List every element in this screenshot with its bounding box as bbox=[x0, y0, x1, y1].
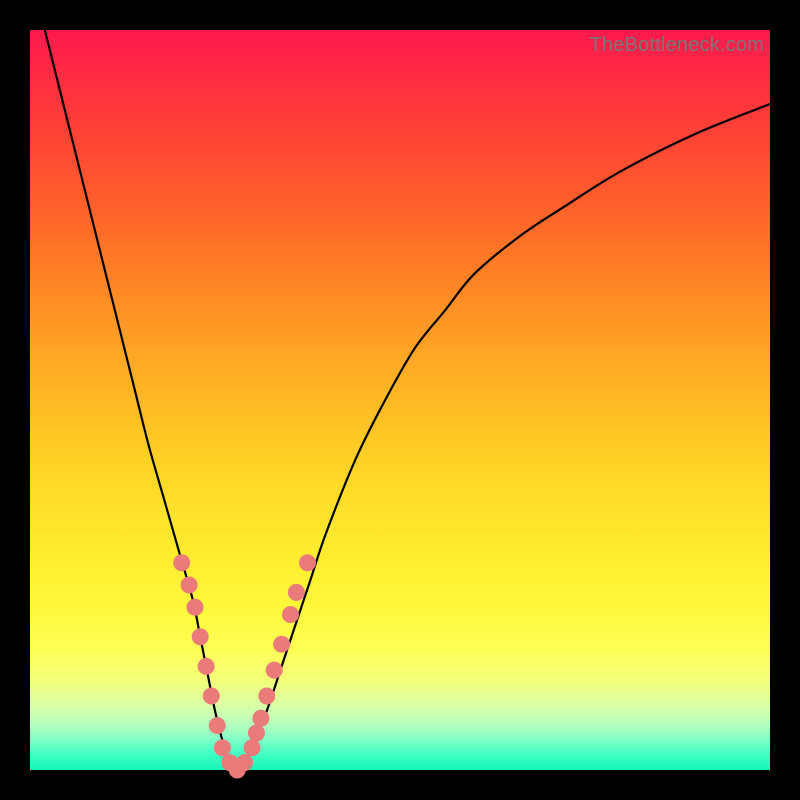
marker-point bbox=[181, 577, 198, 594]
marker-point bbox=[299, 554, 316, 571]
bottleneck-curve bbox=[45, 30, 770, 770]
marker-point bbox=[203, 688, 220, 705]
marker-point bbox=[209, 717, 226, 734]
highlighted-points bbox=[173, 554, 316, 778]
marker-point bbox=[258, 688, 275, 705]
marker-point bbox=[244, 739, 261, 756]
marker-point bbox=[236, 754, 253, 771]
marker-point bbox=[214, 739, 231, 756]
marker-point bbox=[252, 710, 269, 727]
marker-point bbox=[198, 658, 215, 675]
marker-point bbox=[266, 662, 283, 679]
chart-svg bbox=[30, 30, 770, 770]
marker-point bbox=[173, 554, 190, 571]
marker-point bbox=[273, 636, 290, 653]
marker-point bbox=[282, 606, 299, 623]
plot-area: TheBottleneck.com bbox=[30, 30, 770, 770]
chart-frame: TheBottleneck.com bbox=[0, 0, 800, 800]
marker-point bbox=[187, 599, 204, 616]
marker-point bbox=[288, 584, 305, 601]
marker-point bbox=[248, 725, 265, 742]
marker-point bbox=[192, 628, 209, 645]
